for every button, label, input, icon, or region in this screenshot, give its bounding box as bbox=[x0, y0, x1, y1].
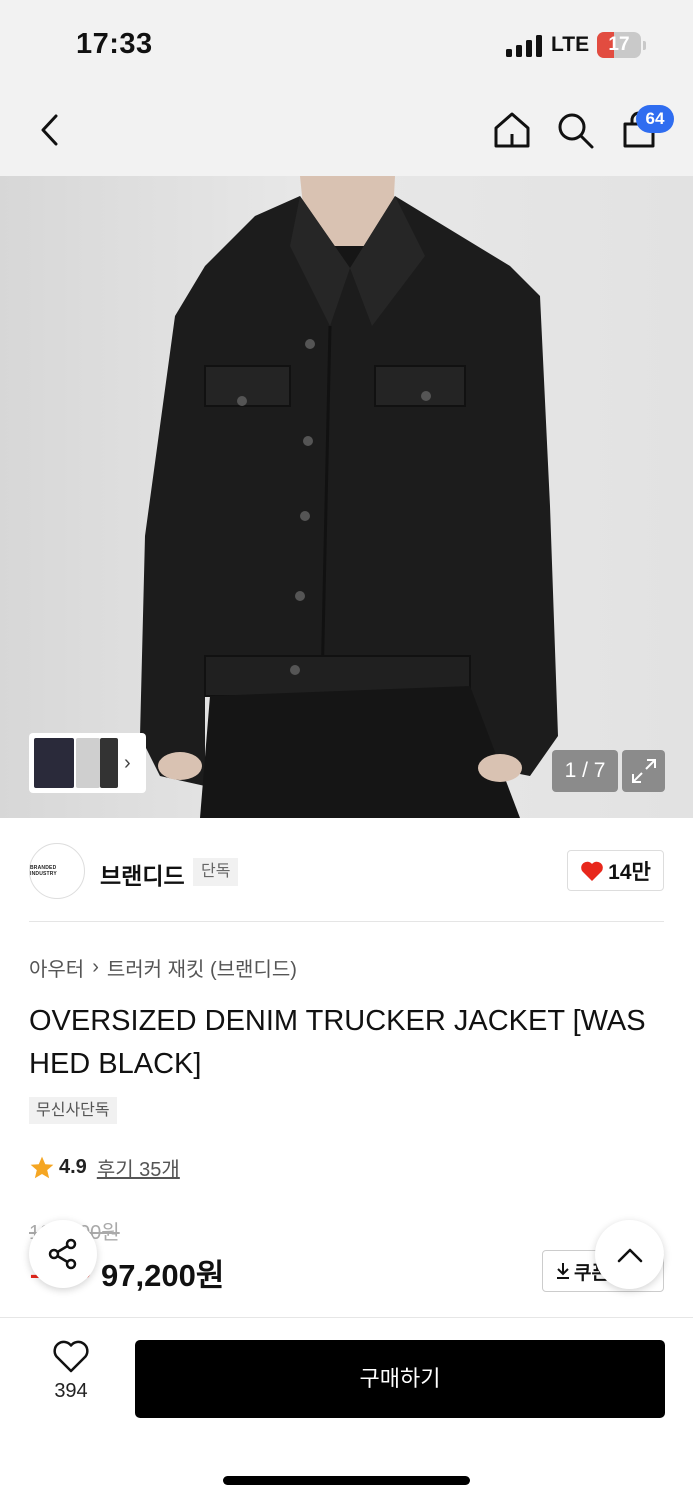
wishlist-count: 394 bbox=[54, 1380, 88, 1402]
share-icon bbox=[48, 1238, 77, 1270]
home-icon bbox=[494, 112, 530, 148]
battery-level: 17 bbox=[608, 34, 630, 55]
brand-name[interactable]: 브랜디드 bbox=[100, 857, 185, 891]
network-label: LTE bbox=[551, 33, 590, 56]
chevron-left-icon bbox=[41, 114, 58, 146]
status-bar: 17:33 LTE 17 bbox=[0, 0, 693, 88]
jacket-photo bbox=[140, 176, 558, 818]
thumbnail-2[interactable] bbox=[76, 738, 100, 788]
status-time: 17:33 bbox=[76, 28, 153, 60]
heart-filled-icon bbox=[581, 861, 603, 881]
download-icon bbox=[557, 1263, 569, 1279]
sale-price: 97,200원 bbox=[101, 1258, 225, 1293]
battery-tip bbox=[643, 41, 646, 50]
buy-button[interactable]: 구매하기 bbox=[135, 1340, 665, 1418]
star-icon bbox=[30, 1156, 54, 1178]
search-button[interactable] bbox=[553, 108, 597, 152]
back-button[interactable] bbox=[28, 108, 72, 152]
breadcrumb: 아우터 › 트러커 재킷 (브랜디드) bbox=[29, 953, 297, 982]
breadcrumb-subcategory[interactable]: 트러커 재킷 (브랜디드) bbox=[107, 953, 297, 982]
product-title: OVERSIZED DENIM TRUCKER JACKET [WASHED B… bbox=[29, 1005, 646, 1080]
expand-button[interactable] bbox=[622, 750, 665, 792]
signal-icon bbox=[506, 35, 544, 57]
divider bbox=[29, 921, 664, 922]
brand-exclusive-tag: 단독 bbox=[193, 858, 239, 886]
page-indicator: 1 / 7 bbox=[552, 750, 618, 792]
chevron-up-icon bbox=[617, 1248, 642, 1262]
musinsa-exclusive-tag: 무신사단독 bbox=[29, 1097, 117, 1124]
brand-logo-text: BRANDED INDUSTRY bbox=[30, 865, 57, 877]
home-button[interactable] bbox=[490, 108, 534, 152]
scroll-top-button[interactable] bbox=[595, 1220, 664, 1289]
product-image[interactable] bbox=[0, 176, 693, 818]
home-indicator bbox=[223, 1476, 470, 1485]
thumbnail-next-icon[interactable]: › bbox=[124, 752, 131, 775]
heart-outline-icon bbox=[53, 1340, 89, 1373]
search-icon bbox=[558, 113, 594, 149]
thumbnail-3[interactable] bbox=[100, 738, 118, 788]
nav-bar bbox=[0, 88, 693, 176]
breadcrumb-category[interactable]: 아우터 bbox=[29, 953, 84, 982]
rating-row: 4.9 후기 35개 bbox=[29, 1153, 180, 1182]
expand-icon bbox=[631, 759, 656, 783]
thumbnail-1[interactable] bbox=[34, 738, 74, 788]
brand-like-button[interactable]: 14만 bbox=[567, 850, 664, 891]
rating-value: 4.9 bbox=[59, 1156, 87, 1178]
wishlist-button[interactable]: 394 bbox=[36, 1340, 106, 1416]
brand-logo[interactable]: BRANDED INDUSTRY bbox=[29, 843, 85, 899]
brand-like-count: 14만 bbox=[608, 860, 651, 884]
breadcrumb-separator-icon: › bbox=[92, 956, 99, 978]
share-button[interactable] bbox=[29, 1220, 97, 1288]
cart-count-badge: 64 bbox=[636, 105, 674, 133]
review-link[interactable]: 후기 35개 bbox=[97, 1153, 180, 1182]
battery-icon: 17 bbox=[597, 32, 641, 58]
